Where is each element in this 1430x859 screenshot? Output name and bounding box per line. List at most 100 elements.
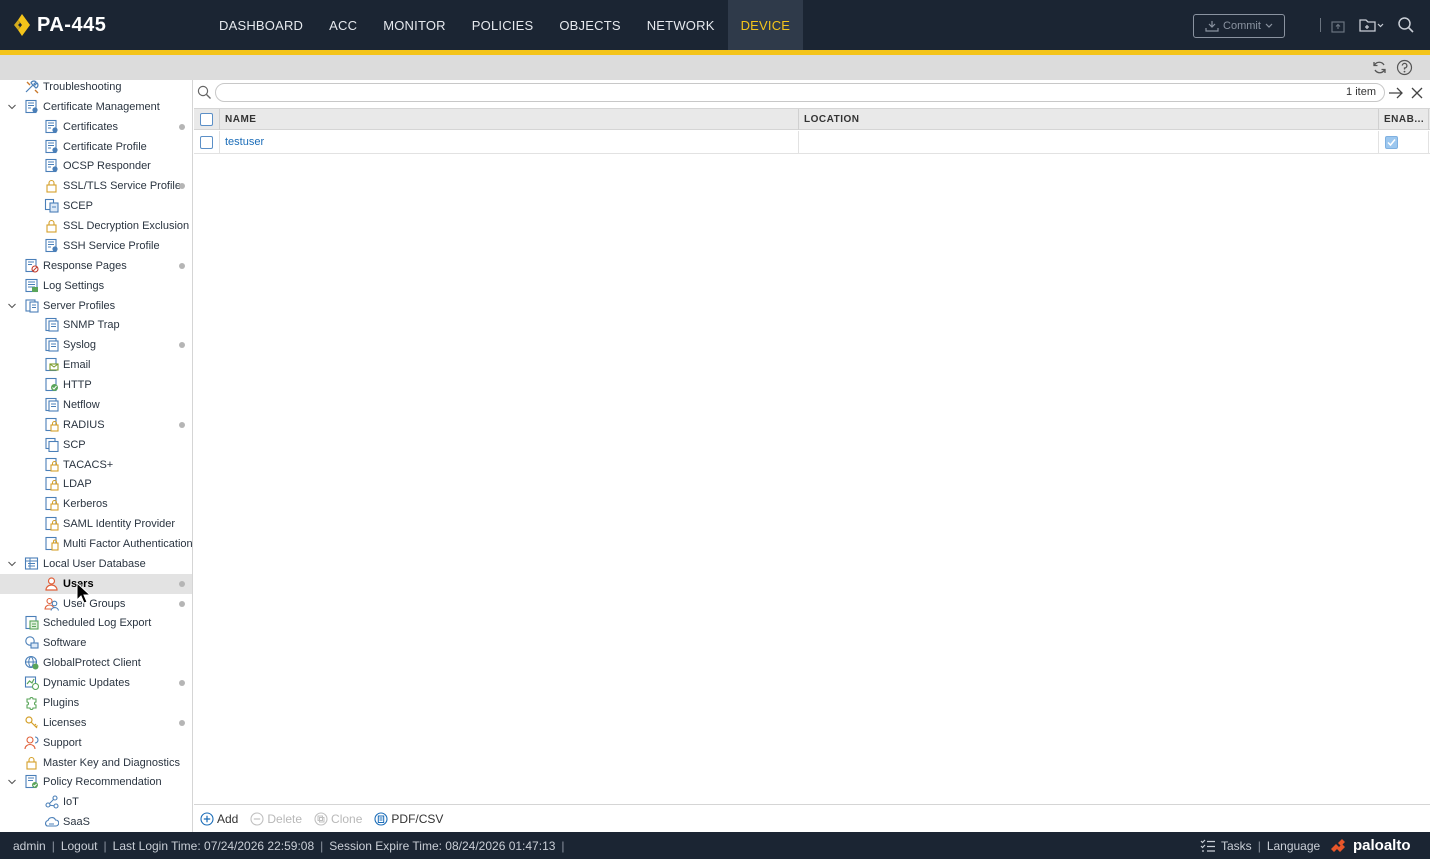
sidebar-item-certificate-management[interactable]: Certificate Management <box>0 97 192 117</box>
sidebar-item-saml-identity-provider[interactable]: SAML Identity Provider <box>0 514 192 534</box>
sidebar-item-email[interactable]: Email <box>0 355 192 375</box>
sidebar-item-label: Users <box>63 577 94 590</box>
table-row[interactable]: testuser <box>194 131 1430 154</box>
help-icon[interactable] <box>1396 59 1413 76</box>
sidebar-item-plugins[interactable]: Plugins <box>0 693 192 713</box>
sidebar-item-iot[interactable]: IoT <box>0 792 192 812</box>
filter-input[interactable] <box>215 83 1385 102</box>
tab-monitor[interactable]: MONITOR <box>370 0 459 50</box>
save-config-icon[interactable] <box>1358 16 1384 34</box>
sidebar-item-label: Licenses <box>43 716 87 729</box>
chevron-down-icon[interactable] <box>7 777 17 787</box>
config-lock-icon[interactable] <box>1329 16 1347 34</box>
current-user: admin <box>13 839 46 853</box>
row-checkbox[interactable] <box>200 135 213 149</box>
mfa-icon <box>45 536 59 551</box>
column-header-name[interactable]: NAME <box>220 109 799 130</box>
sidebar-item-certificate-profile[interactable]: Certificate Profile <box>0 137 192 157</box>
location-cell <box>799 131 1379 153</box>
tasks-link[interactable]: Tasks <box>1221 839 1252 853</box>
clone-button[interactable]: Clone <box>314 812 362 826</box>
sidebar-item-tacacs[interactable]: TACACS+ <box>0 455 192 475</box>
sidebar-item-ssl-decryption-exclusion[interactable]: SSL Decryption Exclusion <box>0 216 192 236</box>
logout-link[interactable]: Logout <box>61 839 98 853</box>
clear-filter-icon[interactable] <box>1410 86 1424 100</box>
status-separator: | <box>103 839 107 853</box>
globe-icon <box>24 656 39 670</box>
search-icon[interactable] <box>1397 16 1415 34</box>
sidebar-item-licenses[interactable]: Licenses <box>0 713 192 733</box>
tab-dashboard[interactable]: DASHBOARD <box>206 0 316 50</box>
status-dot <box>179 183 185 190</box>
sidebar-item-netflow[interactable]: Netflow <box>0 395 192 415</box>
sidebar-item-syslog[interactable]: Syslog <box>0 335 192 355</box>
sidebar-item-label: Local User Database <box>43 557 146 570</box>
sidebar-item-saas[interactable]: SaaS <box>0 812 192 832</box>
sidebar-item-users[interactable]: Users <box>0 573 192 594</box>
sidebar-item-label: Response Pages <box>43 259 127 272</box>
sidebar-item-certificates[interactable]: Certificates <box>0 117 192 137</box>
sidebar-item-ldap[interactable]: LDAP <box>0 474 192 494</box>
sidebar-item-support[interactable]: Support <box>0 733 192 753</box>
sidebar-item-ocsp-responder[interactable]: OCSP Responder <box>0 156 192 176</box>
tab-network[interactable]: NETWORK <box>634 0 728 50</box>
sidebar-item-scep[interactable]: SCEP <box>0 196 192 216</box>
sidebar-item-scp[interactable]: SCP <box>0 435 192 455</box>
sidebar-item-response-pages[interactable]: Response Pages <box>0 256 192 276</box>
user-name-link[interactable]: testuser <box>225 136 264 148</box>
tab-policies[interactable]: POLICIES <box>459 0 547 50</box>
refresh-icon[interactable] <box>1371 59 1388 76</box>
sidebar-item-ssl-tls-service-profile[interactable]: SSL/TLS Service Profile <box>0 176 192 196</box>
sidebar-item-http[interactable]: HTTP <box>0 375 192 395</box>
sidebar-item-server-profiles[interactable]: Server Profiles <box>0 296 192 316</box>
sidebar-item-kerberos[interactable]: Kerberos <box>0 494 192 514</box>
select-all-checkbox[interactable] <box>200 113 213 126</box>
lock-icon <box>46 180 57 193</box>
column-header-location[interactable]: LOCATION <box>799 109 1379 130</box>
sidebar-item-label: OCSP Responder <box>63 160 151 173</box>
add-button[interactable]: Add <box>200 812 238 826</box>
chevron-down-icon[interactable] <box>7 559 17 569</box>
apply-filter-icon[interactable] <box>1388 86 1404 100</box>
commit-button[interactable]: Commit <box>1193 14 1285 38</box>
sidebar-item-radius[interactable]: RADIUS <box>0 415 192 435</box>
delete-button[interactable]: Delete <box>250 812 302 826</box>
sidebar-item-label: Certificates <box>63 120 119 133</box>
sidebar-item-scheduled-log-export[interactable]: Scheduled Log Export <box>0 613 192 633</box>
sidebar-item-globalprotect-client[interactable]: GlobalProtect Client <box>0 653 192 673</box>
chevron-down-icon[interactable] <box>7 102 17 112</box>
column-header-enabled[interactable]: ENAB... <box>1379 109 1429 130</box>
sidebar-item-dynamic-updates[interactable]: Dynamic Updates <box>0 673 192 693</box>
sidebar-item-master-key-and-diagnostics[interactable]: Master Key and Diagnostics <box>0 753 192 773</box>
paloalto-logo-icon <box>1331 838 1345 852</box>
status-dot <box>179 600 185 607</box>
iot-icon <box>45 795 59 809</box>
auth-profile-icon <box>45 457 59 472</box>
sidebar-item-policy-recommendation[interactable]: Policy Recommendation <box>0 772 192 792</box>
http-profile-icon <box>45 377 58 392</box>
pdf-csv-button[interactable]: PDF/CSV <box>374 812 443 826</box>
sidebar-item-ssh-service-profile[interactable]: SSH Service Profile <box>0 236 192 256</box>
sidebar-item-label: Scheduled Log Export <box>43 617 152 630</box>
tab-acc[interactable]: ACC <box>316 0 370 50</box>
sidebar-item-label: IoT <box>63 796 79 809</box>
status-dot <box>179 421 185 428</box>
sidebar-item-log-settings[interactable]: Log Settings <box>0 276 192 296</box>
sidebar-item-user-groups[interactable]: User Groups <box>0 594 192 614</box>
chevron-down-icon <box>1265 23 1273 28</box>
sidebar-item-local-user-database[interactable]: Local User Database <box>0 554 192 574</box>
chevron-down-icon[interactable] <box>7 301 17 311</box>
certificate-icon <box>45 159 58 173</box>
language-link[interactable]: Language <box>1267 839 1320 853</box>
action-label: Add <box>217 811 239 826</box>
tasks-icon[interactable] <box>1200 839 1216 853</box>
sidebar-item-multi-factor-authentication[interactable]: Multi Factor Authentication <box>0 534 192 554</box>
database-icon <box>24 557 39 570</box>
sidebar-item-label: SSH Service Profile <box>63 239 160 252</box>
sidebar-item-snmp-trap[interactable]: SNMP Trap <box>0 315 192 335</box>
tab-objects[interactable]: OBJECTS <box>546 0 633 50</box>
sidebar-item-software[interactable]: Software <box>0 633 192 653</box>
sidebar-item-troubleshooting[interactable]: Troubleshooting <box>0 80 192 97</box>
action-label: PDF/CSV <box>391 811 444 826</box>
tab-device[interactable]: DEVICE <box>727 0 804 50</box>
